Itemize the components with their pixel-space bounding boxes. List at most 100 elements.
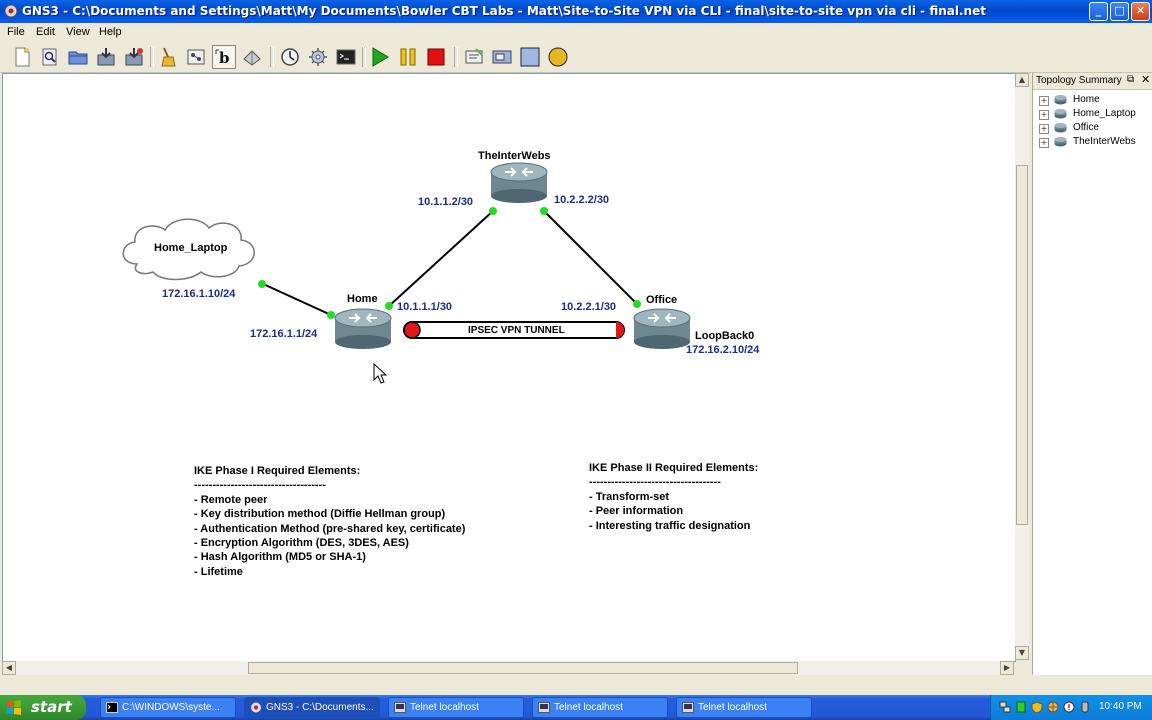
link-home-interwebs <box>388 210 494 307</box>
toolbar-separator <box>362 47 366 67</box>
expand-icon[interactable]: + <box>1039 124 1049 134</box>
interwebs-label: TheInterWebs <box>478 150 551 162</box>
topology-summary-title: Topology Summary <box>1036 75 1122 86</box>
gns3-app-icon <box>4 4 18 18</box>
tunnel-label: IPSEC VPN TUNNEL <box>468 325 565 336</box>
globe-icon[interactable] <box>1047 701 1059 713</box>
phase2-rule: ------------------------------------ <box>589 476 721 489</box>
stop-icon[interactable] <box>424 45 448 69</box>
start-button[interactable]: start <box>0 695 86 720</box>
label-icon[interactable]: b <box>212 45 236 69</box>
topology-canvas[interactable]: IPSEC VPN TUNNEL Home_Laptop TheInterWeb… <box>2 73 1016 662</box>
router-interwebs-icon[interactable] <box>489 162 549 204</box>
network-icon[interactable] <box>999 701 1011 713</box>
topology-item-label: Office <box>1073 122 1099 133</box>
phase2-heading: IKE Phase II Required Elements: <box>589 462 759 474</box>
phase1-item: - Hash Algorithm (MD5 or SHA-1) <box>194 551 366 564</box>
scroll-right-icon[interactable]: ▶ <box>1000 661 1014 675</box>
phase2-item: - Transform-set <box>589 490 670 503</box>
clear-icon[interactable] <box>156 45 180 69</box>
system-tray: 10:40 PM <box>990 695 1152 720</box>
console-icon[interactable] <box>334 45 358 69</box>
taskbar: start C:\WINDOWS\syste... GNS3 - C:\Docu… <box>0 695 1152 720</box>
phase2-note: IKE Phase II Required Elements: --------… <box>589 461 758 533</box>
scroll-up-icon[interactable]: ▲ <box>1015 73 1029 87</box>
port-dot <box>489 207 497 215</box>
open-folder-icon[interactable] <box>66 45 90 69</box>
save-icon[interactable] <box>94 45 118 69</box>
minimize-button[interactable]: _ <box>1089 2 1108 21</box>
close-button[interactable]: ✕ <box>1131 2 1150 21</box>
task-label: Telnet localhost <box>410 702 479 713</box>
telnet-icon <box>394 702 406 713</box>
battery-icon[interactable] <box>1015 701 1027 713</box>
office-label: Office <box>646 294 678 306</box>
save-as-icon[interactable] <box>122 45 146 69</box>
task-cmd[interactable]: C:\WINDOWS\syste... <box>100 697 236 718</box>
task-label: Telnet localhost <box>554 702 623 713</box>
toolbar-separator <box>270 47 274 67</box>
undock-icon[interactable]: ⧉ <box>1127 74 1134 85</box>
mouse-cursor-icon <box>373 363 387 384</box>
router-icon <box>1054 123 1067 133</box>
cmd-icon <box>106 702 118 713</box>
ip-office-up: 10.2.2.1/30 <box>561 301 617 313</box>
open-icon[interactable] <box>38 45 62 69</box>
shield-icon[interactable] <box>1031 701 1043 713</box>
new-icon[interactable] <box>10 45 34 69</box>
link-laptop-home <box>260 282 332 316</box>
router-office-icon[interactable] <box>632 306 692 350</box>
idle-pc-icon[interactable] <box>278 45 302 69</box>
security-icon[interactable] <box>1063 701 1075 713</box>
svg-text:b: b <box>219 49 230 67</box>
settings-icon[interactable] <box>306 45 330 69</box>
start-icon[interactable] <box>368 45 392 69</box>
loopback-label: LoopBack0 <box>695 330 755 342</box>
expand-icon[interactable]: + <box>1039 110 1049 120</box>
expand-icon[interactable]: + <box>1039 138 1049 148</box>
menu-view[interactable]: View <box>66 26 90 38</box>
topology-item-label: Home_Laptop <box>1073 108 1136 119</box>
window-title: GNS3 - C:\Documents and Settings\Matt\My… <box>22 4 986 18</box>
task-label: Telnet localhost <box>698 702 767 713</box>
menu-edit[interactable]: Edit <box>36 26 55 38</box>
vertical-scroll-thumb[interactable] <box>1016 165 1028 525</box>
task-telnet-2[interactable]: Telnet localhost <box>532 697 668 718</box>
expand-icon[interactable]: + <box>1039 96 1049 106</box>
horizontal-scrollbar[interactable]: ◀ ▶ <box>2 661 1014 675</box>
usb-icon[interactable] <box>1079 701 1091 713</box>
windows-logo-icon <box>7 700 21 715</box>
title-bar: GNS3 - C:\Documents and Settings\Matt\My… <box>0 0 1152 23</box>
scroll-down-icon[interactable]: ▼ <box>1015 646 1029 660</box>
gns3-app-icon <box>251 702 261 713</box>
task-gns3[interactable]: GNS3 - C:\Documents... <box>244 697 380 718</box>
screenshot-icon[interactable] <box>240 45 264 69</box>
phase1-item: - Lifetime <box>194 565 243 578</box>
router-home-icon[interactable] <box>333 306 393 350</box>
start-label: start <box>31 698 72 716</box>
menu-file[interactable]: File <box>7 26 25 38</box>
task-telnet-3[interactable]: Telnet localhost <box>676 697 812 718</box>
maximize-button[interactable]: □ <box>1110 2 1129 21</box>
topology-summary-header: Topology Summary ⧉ ✕ <box>1033 73 1152 90</box>
suspend-icon[interactable] <box>396 45 420 69</box>
ellipse-icon[interactable] <box>546 45 570 69</box>
task-label: GNS3 - C:\Documents... <box>266 702 374 713</box>
phase1-heading: IKE Phase I Required Elements: <box>194 465 361 477</box>
scroll-left-icon[interactable]: ◀ <box>2 661 16 675</box>
task-telnet-1[interactable]: Telnet localhost <box>388 697 524 718</box>
rectangle-icon[interactable] <box>518 45 542 69</box>
phase1-item: - Key distribution method (Diffie Hellma… <box>194 508 446 521</box>
picture-icon[interactable] <box>490 45 514 69</box>
vertical-scrollbar[interactable]: ▲ ▼ <box>1015 73 1029 660</box>
laptop-label: Home_Laptop <box>154 242 228 254</box>
ip-home-up: 10.1.1.1/30 <box>397 301 453 313</box>
snapshot-icon[interactable] <box>184 45 208 69</box>
note-icon[interactable] <box>462 45 486 69</box>
horizontal-scroll-thumb[interactable] <box>248 662 798 674</box>
ip-interwebs-right: 10.2.2.2/30 <box>554 194 610 206</box>
task-label: C:\WINDOWS\syste... <box>122 702 220 713</box>
menu-help[interactable]: Help <box>99 26 122 38</box>
panel-close-icon[interactable]: ✕ <box>1141 73 1150 86</box>
phase2-item: - Peer information <box>589 505 684 518</box>
